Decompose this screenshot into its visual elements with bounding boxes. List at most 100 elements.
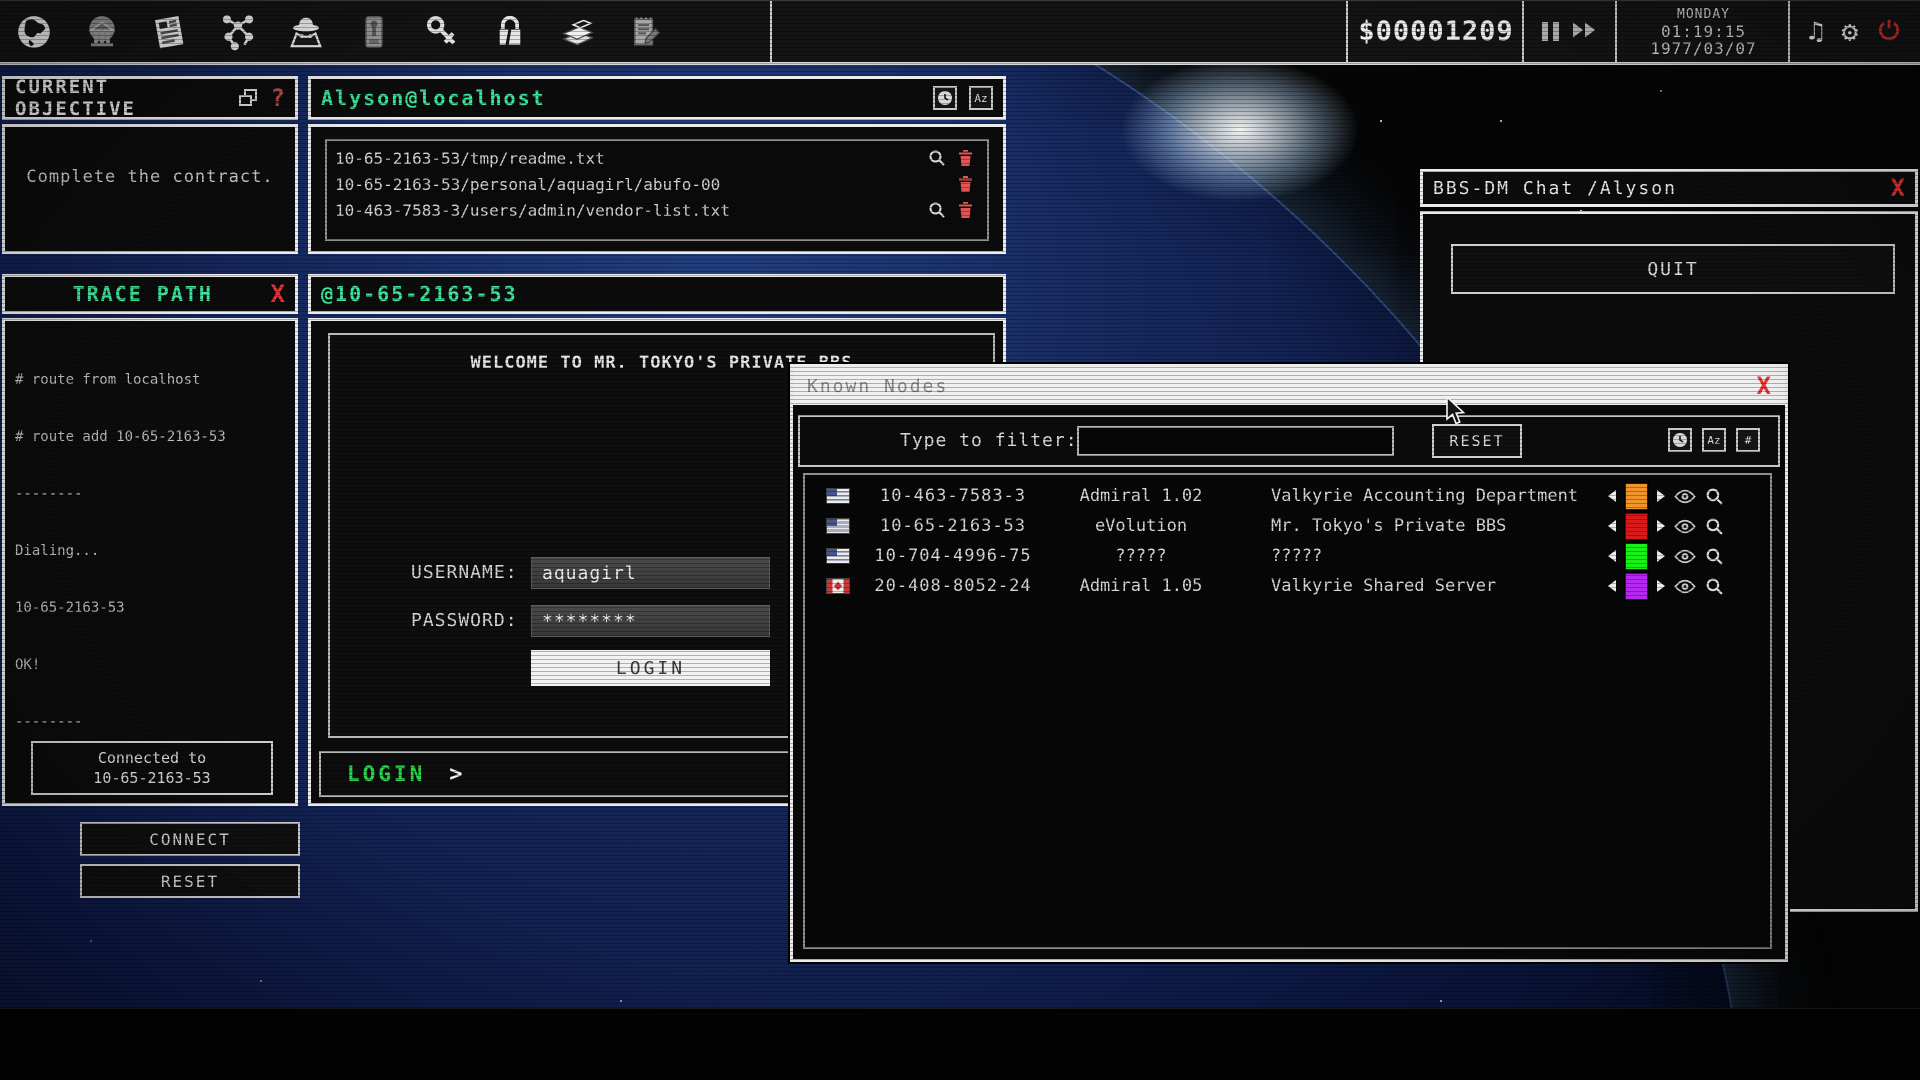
- file-path: 10-65-2163-53/personal/aquagirl/abufo-00: [335, 175, 720, 194]
- file-row[interactable]: 10-65-2163-53/tmp/readme.txt: [335, 145, 979, 171]
- sort-time-button[interactable]: [1668, 428, 1692, 452]
- watch-node-icon[interactable]: [1674, 489, 1696, 504]
- node-row[interactable]: 10-463-7583-3 Admiral 1.02 Valkyrie Acco…: [805, 481, 1770, 511]
- color-next-icon[interactable]: [1657, 520, 1665, 532]
- country-flag-icon: [827, 519, 849, 533]
- color-next-icon[interactable]: [1657, 490, 1665, 502]
- music-icon[interactable]: ♫: [1808, 17, 1824, 47]
- sort-alpha-button[interactable]: Az: [1702, 428, 1726, 452]
- power-icon[interactable]: [1876, 17, 1902, 47]
- key-icon[interactable]: [418, 8, 465, 55]
- node-client: ?????: [1041, 546, 1241, 566]
- help-icon[interactable]: ?: [271, 84, 285, 112]
- clock-date: 1977/03/07: [1650, 40, 1756, 57]
- cracked-lock-icon[interactable]: [486, 8, 533, 55]
- bbs-title: @10-65-2163-53: [321, 282, 518, 306]
- system-buttons: ♫ ⚙: [1790, 1, 1920, 62]
- file-manager-header: Alyson@localhost Az: [308, 76, 1006, 120]
- fast-forward-icon[interactable]: [1571, 21, 1599, 43]
- network-map-icon[interactable]: [214, 8, 261, 55]
- filter-reset-button[interactable]: RESET: [1432, 424, 1522, 458]
- color-next-icon[interactable]: [1657, 580, 1665, 592]
- connect-button[interactable]: CONNECT: [80, 822, 300, 856]
- prompt-arrow-icon: >: [449, 762, 462, 787]
- hacker-icon[interactable]: [282, 8, 329, 55]
- username-field[interactable]: [531, 557, 770, 589]
- node-number: 10-704-4996-75: [865, 546, 1041, 566]
- color-prev-icon[interactable]: [1608, 580, 1616, 592]
- file-list: 10-65-2163-53/tmp/readme.txt 10-65-2163-…: [325, 139, 989, 241]
- delete-file-icon[interactable]: [951, 175, 979, 193]
- login-button[interactable]: LOGIN: [531, 650, 770, 686]
- money-counter: $00001209: [1348, 1, 1524, 62]
- library-icon[interactable]: [554, 8, 601, 55]
- filter-input[interactable]: [1077, 426, 1394, 456]
- node-name: Valkyrie Accounting Department: [1241, 486, 1608, 506]
- known-nodes-title: Known Nodes: [807, 376, 948, 397]
- delete-file-icon[interactable]: [951, 149, 979, 167]
- gear-icon[interactable]: ⚙: [1841, 15, 1858, 48]
- filter-label: Type to filter:: [900, 430, 1078, 451]
- objective-header: CURRENT OBJECTIVE ?: [2, 76, 298, 120]
- quit-button[interactable]: QUIT: [1451, 244, 1895, 294]
- known-nodes-titlebar[interactable]: Known Nodes X: [793, 367, 1785, 405]
- node-row[interactable]: 20-408-8052-24 Admiral 1.05 Valkyrie Sha…: [805, 571, 1770, 601]
- country-flag-icon: [827, 579, 849, 593]
- chat-header: BBS-DM Chat /Alyson X: [1420, 169, 1918, 207]
- country-flag-icon: [827, 489, 849, 503]
- node-color-swatch[interactable]: [1625, 483, 1648, 510]
- inspect-node-icon[interactable]: [1705, 547, 1724, 566]
- trace-line: OK!: [15, 656, 285, 675]
- node-number: 10-65-2163-53: [865, 516, 1041, 536]
- known-nodes-window: Known Nodes X Type to filter: RESET Az #…: [790, 364, 1788, 962]
- file-path: 10-65-2163-53/tmp/readme.txt: [335, 149, 605, 168]
- keycard-icon[interactable]: [350, 8, 397, 55]
- password-field[interactable]: [531, 605, 770, 637]
- close-icon[interactable]: X: [1757, 374, 1771, 398]
- corporation-icon[interactable]: [78, 8, 125, 55]
- node-client: Admiral 1.02: [1041, 486, 1241, 506]
- trace-title: TRACE PATH: [73, 282, 213, 306]
- close-icon[interactable]: X: [271, 282, 285, 306]
- trace-body: # route from localhost # route add 10-65…: [2, 318, 298, 806]
- view-file-icon[interactable]: [923, 149, 951, 167]
- chat-title: BBS-DM Chat /Alyson: [1433, 178, 1677, 199]
- status-line: Connected to: [98, 748, 206, 768]
- world-icon[interactable]: [10, 8, 57, 55]
- color-next-icon[interactable]: [1657, 550, 1665, 562]
- news-icon[interactable]: [146, 8, 193, 55]
- node-name: ?????: [1241, 546, 1608, 566]
- clock-day: MONDAY: [1677, 6, 1730, 23]
- node-row[interactable]: 10-704-4996-75 ????? ?????: [805, 541, 1770, 571]
- copy-icon[interactable]: [237, 88, 259, 108]
- watch-node-icon[interactable]: [1674, 579, 1696, 594]
- contracts-icon[interactable]: [622, 8, 669, 55]
- watch-node-icon[interactable]: [1674, 519, 1696, 534]
- node-client: Admiral 1.05: [1041, 576, 1241, 596]
- node-row[interactable]: 10-65-2163-53 eVolution Mr. Tokyo's Priv…: [805, 511, 1770, 541]
- objective-title: CURRENT OBJECTIVE: [15, 76, 237, 120]
- node-color-swatch[interactable]: [1625, 543, 1648, 570]
- reset-button[interactable]: RESET: [80, 864, 300, 898]
- color-prev-icon[interactable]: [1608, 550, 1616, 562]
- sort-alpha-button[interactable]: Az: [969, 86, 993, 110]
- file-row[interactable]: 10-463-7583-3/users/admin/vendor-list.tx…: [335, 197, 979, 223]
- status-node: 10-65-2163-53: [93, 768, 210, 788]
- country-flag-icon: [827, 549, 849, 563]
- node-color-swatch[interactable]: [1625, 513, 1648, 540]
- file-row[interactable]: 10-65-2163-53/personal/aquagirl/abufo-00: [335, 171, 979, 197]
- inspect-node-icon[interactable]: [1705, 517, 1724, 536]
- color-prev-icon[interactable]: [1608, 520, 1616, 532]
- inspect-node-icon[interactable]: [1705, 577, 1724, 596]
- inspect-node-icon[interactable]: [1705, 487, 1724, 506]
- view-file-icon[interactable]: [923, 201, 951, 219]
- delete-file-icon[interactable]: [951, 201, 979, 219]
- sort-time-button[interactable]: [933, 86, 957, 110]
- sort-number-button[interactable]: #: [1736, 428, 1760, 452]
- node-color-swatch[interactable]: [1625, 573, 1648, 600]
- close-icon[interactable]: X: [1891, 176, 1905, 200]
- pause-icon[interactable]: [1542, 22, 1559, 41]
- toolbar-divider: [770, 1, 772, 62]
- color-prev-icon[interactable]: [1608, 490, 1616, 502]
- watch-node-icon[interactable]: [1674, 549, 1696, 564]
